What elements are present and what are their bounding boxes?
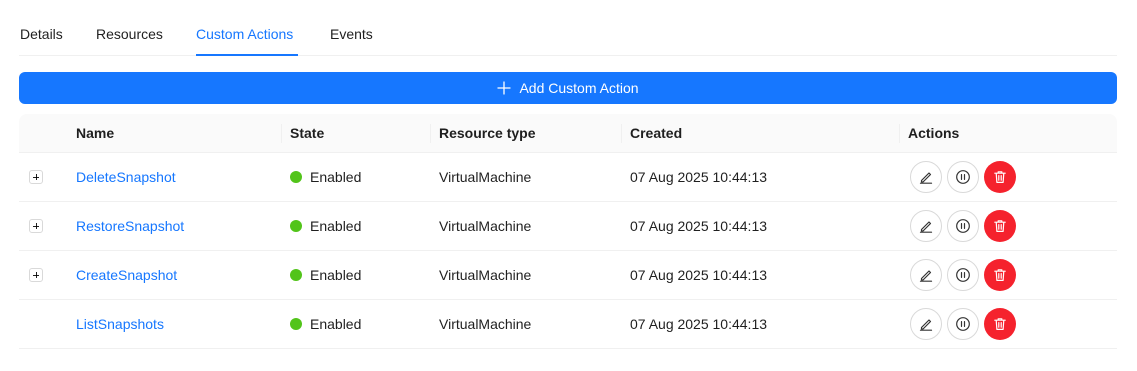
pause-button[interactable] [947, 259, 979, 291]
resource-type-cell: VirtualMachine [439, 316, 532, 332]
table-header: Name State Resource type Created Actions [19, 114, 1117, 153]
state-label: Enabled [310, 316, 362, 332]
expand-row-icon[interactable] [29, 170, 43, 184]
edit-icon [919, 172, 933, 184]
pause-button[interactable] [947, 308, 979, 340]
add-custom-action-button[interactable]: Add Custom Action [19, 72, 1117, 104]
active-tab-indicator [196, 54, 298, 56]
delete-icon [994, 269, 1006, 281]
expand-row-icon[interactable] [29, 219, 43, 233]
state-label: Enabled [310, 267, 362, 283]
status-dot-icon [290, 171, 302, 184]
pause-button[interactable] [947, 161, 979, 193]
tab-resources[interactable]: Resources [96, 24, 163, 44]
expand-row-icon[interactable] [29, 268, 43, 282]
tab-custom-actions[interactable]: Custom Actions [196, 24, 293, 44]
pause-icon [956, 317, 970, 331]
edit-icon [919, 270, 933, 282]
resource-type-cell: VirtualMachine [439, 169, 532, 185]
add-custom-action-label: Add Custom Action [519, 80, 639, 96]
status-dot-icon [290, 269, 302, 282]
created-cell: 07 Aug 2025 10:44:13 [630, 218, 768, 234]
delete-button[interactable] [984, 259, 1016, 291]
state-cell: Enabled [290, 251, 361, 299]
column-separator [281, 124, 282, 143]
table-row: RestoreSnapshot Enabled VirtualMachine 0… [19, 202, 1117, 251]
state-label: Enabled [310, 218, 362, 234]
edit-button[interactable] [910, 308, 942, 340]
resource-type-cell: VirtualMachine [439, 267, 532, 283]
pause-button[interactable] [947, 210, 979, 242]
column-header-state: State [290, 125, 325, 141]
column-header-name: Name [76, 125, 115, 141]
column-header-resource-type: Resource type [439, 125, 536, 141]
tab-details[interactable]: Details [20, 24, 63, 44]
edit-button[interactable] [910, 259, 942, 291]
state-cell: Enabled [290, 300, 361, 348]
state-label: Enabled [310, 169, 362, 185]
custom-actions-table: Name State Resource type Created Actions… [19, 114, 1117, 349]
resource-type-cell: VirtualMachine [439, 218, 532, 234]
action-name-link[interactable]: DeleteSnapshot [76, 153, 176, 201]
edit-icon [919, 221, 933, 233]
column-separator [899, 124, 900, 143]
column-header-created: Created [630, 125, 683, 141]
delete-icon [994, 171, 1006, 183]
table-row: CreateSnapshot Enabled VirtualMachine 07… [19, 251, 1117, 300]
created-cell: 07 Aug 2025 10:44:13 [630, 169, 768, 185]
plus-icon [497, 81, 512, 95]
delete-icon [994, 220, 1006, 232]
table-row: DeleteSnapshot Enabled VirtualMachine 07… [19, 153, 1117, 202]
delete-button[interactable] [984, 210, 1016, 242]
status-dot-icon [290, 220, 302, 233]
edit-button[interactable] [910, 210, 942, 242]
delete-button[interactable] [984, 161, 1016, 193]
column-header-actions: Actions [908, 125, 960, 141]
edit-button[interactable] [910, 161, 942, 193]
tab-bar: Details Resources Custom Actions Events [19, 0, 1117, 56]
state-cell: Enabled [290, 202, 361, 250]
pause-icon [956, 268, 970, 282]
created-cell: 07 Aug 2025 10:44:13 [630, 267, 768, 283]
delete-icon [994, 318, 1006, 330]
table-row: ListSnapshots Enabled VirtualMachine 07 … [19, 300, 1117, 349]
created-cell: 07 Aug 2025 10:44:13 [630, 316, 768, 332]
action-name-link[interactable]: RestoreSnapshot [76, 202, 184, 250]
column-separator [430, 124, 431, 143]
tab-events[interactable]: Events [330, 24, 373, 44]
delete-button[interactable] [984, 308, 1016, 340]
pause-icon [956, 219, 970, 233]
pause-icon [956, 170, 970, 184]
action-name-link[interactable]: ListSnapshots [76, 300, 164, 348]
state-cell: Enabled [290, 153, 361, 201]
status-dot-icon [290, 318, 302, 331]
edit-icon [919, 319, 933, 331]
column-separator [621, 124, 622, 143]
action-name-link[interactable]: CreateSnapshot [76, 251, 177, 299]
